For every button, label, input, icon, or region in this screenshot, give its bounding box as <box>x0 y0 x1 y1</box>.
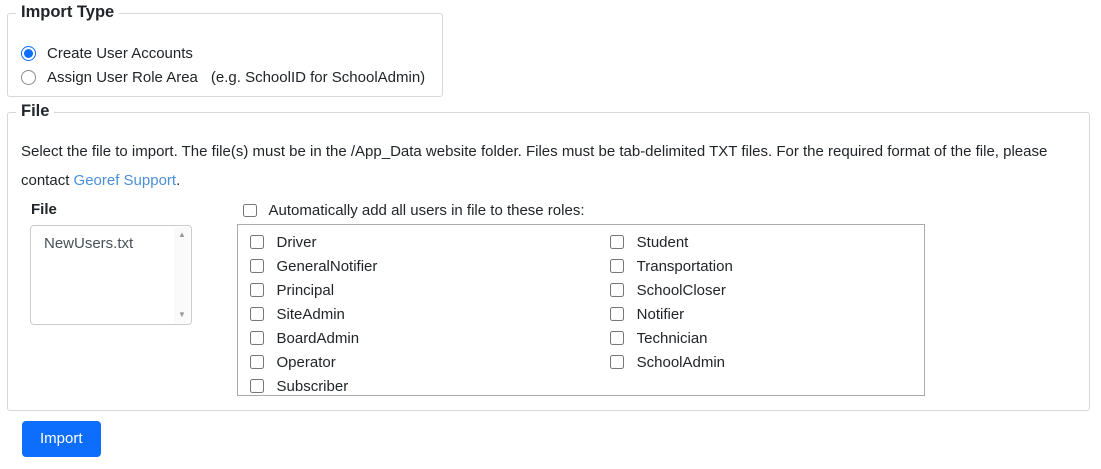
checkbox-icon[interactable] <box>610 331 624 345</box>
file-listbox[interactable]: NewUsers.txt ▲ ▼ <box>30 225 192 325</box>
checkbox-icon[interactable] <box>250 283 264 297</box>
role-row-driver[interactable]: Driver <box>238 230 598 254</box>
role-row-schoolcloser[interactable]: SchoolCloser <box>598 278 924 302</box>
auto-add-checkbox-row[interactable]: Automatically add all users in file to t… <box>237 201 1075 220</box>
role-label[interactable]: Principal <box>277 282 335 299</box>
role-label[interactable]: Operator <box>277 354 336 371</box>
role-row-transportation[interactable]: Transportation <box>598 254 924 278</box>
role-row-technician[interactable]: Technician <box>598 326 924 350</box>
role-label[interactable]: BoardAdmin <box>277 330 360 347</box>
file-list-item[interactable]: NewUsers.txt <box>31 226 191 252</box>
role-label[interactable]: GeneralNotifier <box>277 258 378 275</box>
role-label[interactable]: Student <box>637 234 689 251</box>
checkbox-icon[interactable] <box>250 379 264 393</box>
role-row-notifier[interactable]: Notifier <box>598 302 924 326</box>
role-row-subscriber[interactable]: Subscriber <box>238 374 598 398</box>
scroll-down-icon[interactable]: ▼ <box>178 311 186 319</box>
file-fieldset: File Select the file to import. The file… <box>7 112 1090 411</box>
checkbox-icon[interactable] <box>610 307 624 321</box>
listbox-scrollbar[interactable]: ▲ ▼ <box>174 227 190 323</box>
role-row-generalnotifier[interactable]: GeneralNotifier <box>238 254 598 278</box>
role-label[interactable]: SiteAdmin <box>277 306 345 323</box>
file-instructions: Select the file to import. The file(s) m… <box>21 137 1075 195</box>
role-row-principal[interactable]: Principal <box>238 278 598 302</box>
roles-box: Driver GeneralNotifier Principal SiteAdm… <box>237 224 925 396</box>
import-button[interactable]: Import <box>22 421 101 457</box>
checkbox-icon[interactable] <box>610 259 624 273</box>
file-instructions-period: . <box>176 172 180 189</box>
role-label[interactable]: Subscriber <box>277 378 349 395</box>
roles-column: Automatically add all users in file to t… <box>237 201 1075 396</box>
radio-selected-icon[interactable] <box>21 46 36 61</box>
scroll-up-icon[interactable]: ▲ <box>178 231 186 239</box>
radio-hint-text: (e.g. SchoolID for SchoolAdmin) <box>211 69 425 86</box>
roles-box-right-column: Student Transportation SchoolCloser Noti… <box>598 230 924 395</box>
radio-label-create-user-accounts[interactable]: Create User Accounts <box>47 45 193 62</box>
radio-row-create-user-accounts[interactable]: Create User Accounts <box>21 41 432 65</box>
radio-label-assign-user-role-area[interactable]: Assign User Role Area <box>47 69 198 86</box>
checkbox-icon[interactable] <box>250 259 264 273</box>
radio-unselected-icon[interactable] <box>21 70 36 85</box>
checkbox-icon[interactable] <box>250 355 264 369</box>
checkbox-icon[interactable] <box>250 307 264 321</box>
file-legend: File <box>16 100 54 122</box>
role-label[interactable]: SchoolAdmin <box>637 354 725 371</box>
role-row-schooladmin[interactable]: SchoolAdmin <box>598 350 924 374</box>
file-list-label: File <box>31 201 237 220</box>
role-row-operator[interactable]: Operator <box>238 350 598 374</box>
checkbox-icon[interactable] <box>610 235 624 249</box>
checkbox-icon[interactable] <box>250 235 264 249</box>
import-type-legend: Import Type <box>16 1 119 23</box>
role-row-student[interactable]: Student <box>598 230 924 254</box>
checkbox-icon[interactable] <box>610 283 624 297</box>
file-list-column: File NewUsers.txt ▲ ▼ <box>20 201 237 396</box>
file-content-row: File NewUsers.txt ▲ ▼ Automatically add … <box>20 201 1075 396</box>
auto-add-label[interactable]: Automatically add all users in file to t… <box>269 202 585 219</box>
radio-row-assign-user-role-area[interactable]: Assign User Role Area (e.g. SchoolID for… <box>21 65 432 89</box>
role-row-boardadmin[interactable]: BoardAdmin <box>238 326 598 350</box>
checkbox-icon[interactable] <box>610 355 624 369</box>
georef-support-link[interactable]: Georef Support <box>74 172 177 189</box>
role-row-siteadmin[interactable]: SiteAdmin <box>238 302 598 326</box>
role-label[interactable]: Notifier <box>637 306 685 323</box>
checkbox-icon[interactable] <box>250 331 264 345</box>
role-label[interactable]: SchoolCloser <box>637 282 726 299</box>
role-label[interactable]: Technician <box>637 330 708 347</box>
auto-add-checkbox-icon[interactable] <box>243 204 257 218</box>
role-label[interactable]: Driver <box>277 234 317 251</box>
import-type-fieldset: Import Type Create User Accounts Assign … <box>7 13 443 97</box>
role-label[interactable]: Transportation <box>637 258 733 275</box>
roles-box-left-column: Driver GeneralNotifier Principal SiteAdm… <box>238 230 598 395</box>
